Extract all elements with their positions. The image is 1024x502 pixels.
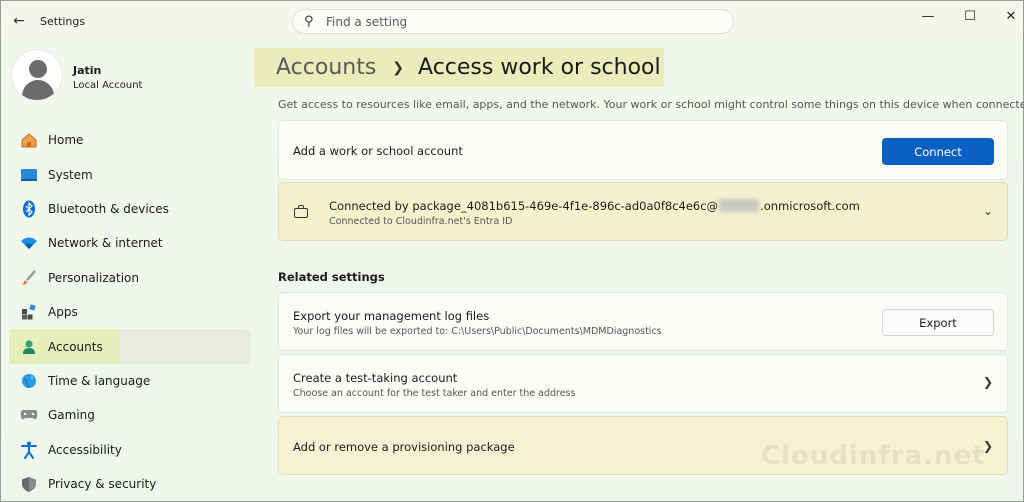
- brush-icon: [18, 269, 40, 287]
- search-input[interactable]: [326, 13, 726, 31]
- connected-account-card[interactable]: Connected by package_4081b615-469e-4f1e-…: [278, 182, 1008, 241]
- sidebar-item-time-language[interactable]: Time & language: [9, 364, 251, 398]
- sidebar-nav: Home System Bluetooth & devices Network …: [9, 123, 251, 501]
- chevron-right-icon: ❯: [982, 375, 993, 389]
- avatar: [11, 49, 63, 101]
- sidebar-item-accessibility[interactable]: Accessibility: [9, 433, 251, 467]
- sidebar-item-label: Gaming: [48, 408, 95, 423]
- app-title: Settings: [40, 15, 86, 28]
- sidebar-item-label: Personalization: [48, 270, 139, 285]
- sidebar-item-label: Bluetooth & devices: [48, 201, 169, 216]
- back-arrow-icon[interactable]: ←: [9, 11, 29, 31]
- add-account-card: Add a work or school account Connect: [278, 120, 1008, 180]
- user-name: Jatin: [73, 64, 102, 77]
- chevron-down-icon[interactable]: ⌄: [983, 204, 993, 218]
- connected-account-subtitle: Connected to Cloudinfra.net's Entra ID: [329, 216, 513, 227]
- sidebar-item-bluetooth[interactable]: Bluetooth & devices: [9, 192, 251, 226]
- sidebar-item-privacy-security[interactable]: Privacy & security: [9, 467, 251, 501]
- home-icon: [18, 131, 40, 149]
- redacted-block: [719, 199, 760, 212]
- minimize-icon[interactable]: —: [914, 7, 942, 27]
- connect-button[interactable]: Connect: [882, 138, 994, 165]
- sidebar-item-accounts[interactable]: Accounts: [9, 329, 251, 364]
- maximize-icon[interactable]: ☐: [956, 7, 984, 27]
- sidebar-item-system[interactable]: System: [9, 157, 251, 191]
- sidebar-item-label: Network & internet: [48, 236, 163, 251]
- bluetooth-icon: [18, 200, 40, 218]
- watermark: Cloudinfra.net: [761, 441, 986, 471]
- test-account-subtitle: Choose an account for the test taker and…: [293, 388, 576, 399]
- breadcrumb-parent[interactable]: Accounts: [276, 55, 376, 80]
- sidebar-item-label: Time & language: [48, 373, 151, 388]
- export-logs-card: Export your management log files Your lo…: [278, 292, 1008, 351]
- sidebar-item-label: Accounts: [48, 339, 103, 354]
- sidebar-item-label: Apps: [48, 305, 78, 320]
- close-icon[interactable]: ✕: [997, 7, 1024, 27]
- chevron-right-icon: ❯: [392, 59, 405, 76]
- connected-account-title: Connected by package_4081b615-469e-4f1e-…: [329, 199, 860, 213]
- sidebar-item-network[interactable]: Network & internet: [9, 226, 251, 260]
- title-bar: ← Settings ⚲ — ☐ ✕: [1, 1, 1024, 41]
- export-logs-subtitle: Your log files will be exported to: C:\U…: [293, 326, 662, 337]
- export-button[interactable]: Export: [882, 309, 994, 336]
- sidebar-item-label: Accessibility: [48, 442, 122, 457]
- gamepad-icon: [18, 406, 40, 424]
- system-icon: [18, 166, 40, 184]
- export-logs-title: Export your management log files: [293, 309, 490, 323]
- sidebar-item-personalization[interactable]: Personalization: [9, 261, 251, 295]
- sidebar-item-apps[interactable]: Apps: [9, 295, 251, 329]
- search-box[interactable]: ⚲: [292, 9, 734, 34]
- accounts-icon: [18, 338, 40, 356]
- briefcase-icon: [293, 205, 311, 219]
- accessibility-icon: [18, 441, 40, 459]
- apps-icon: [18, 303, 40, 321]
- sidebar-item-label: Privacy & security: [48, 477, 157, 492]
- page-title: Access work or school: [418, 55, 661, 80]
- related-settings-title: Related settings: [278, 270, 385, 284]
- user-account-type: Local Account: [73, 80, 143, 91]
- add-account-label: Add a work or school account: [293, 144, 463, 158]
- search-icon: ⚲: [304, 14, 314, 29]
- sidebar-item-home[interactable]: Home: [9, 123, 251, 157]
- page-description: Get access to resources like email, apps…: [278, 98, 1024, 111]
- sidebar-item-label: Home: [48, 133, 84, 148]
- sidebar-item-label: System: [48, 167, 93, 182]
- wifi-icon: [18, 234, 40, 252]
- breadcrumb: Accounts ❯ Access work or school: [254, 48, 664, 87]
- sidebar-item-gaming[interactable]: Gaming: [9, 398, 251, 432]
- test-account-card[interactable]: Create a test-taking account Choose an a…: [278, 354, 1008, 413]
- test-account-title: Create a test-taking account: [293, 371, 458, 385]
- provisioning-package-title: Add or remove a provisioning package: [293, 440, 515, 454]
- globe-icon: [18, 372, 40, 390]
- shield-icon: [18, 475, 40, 493]
